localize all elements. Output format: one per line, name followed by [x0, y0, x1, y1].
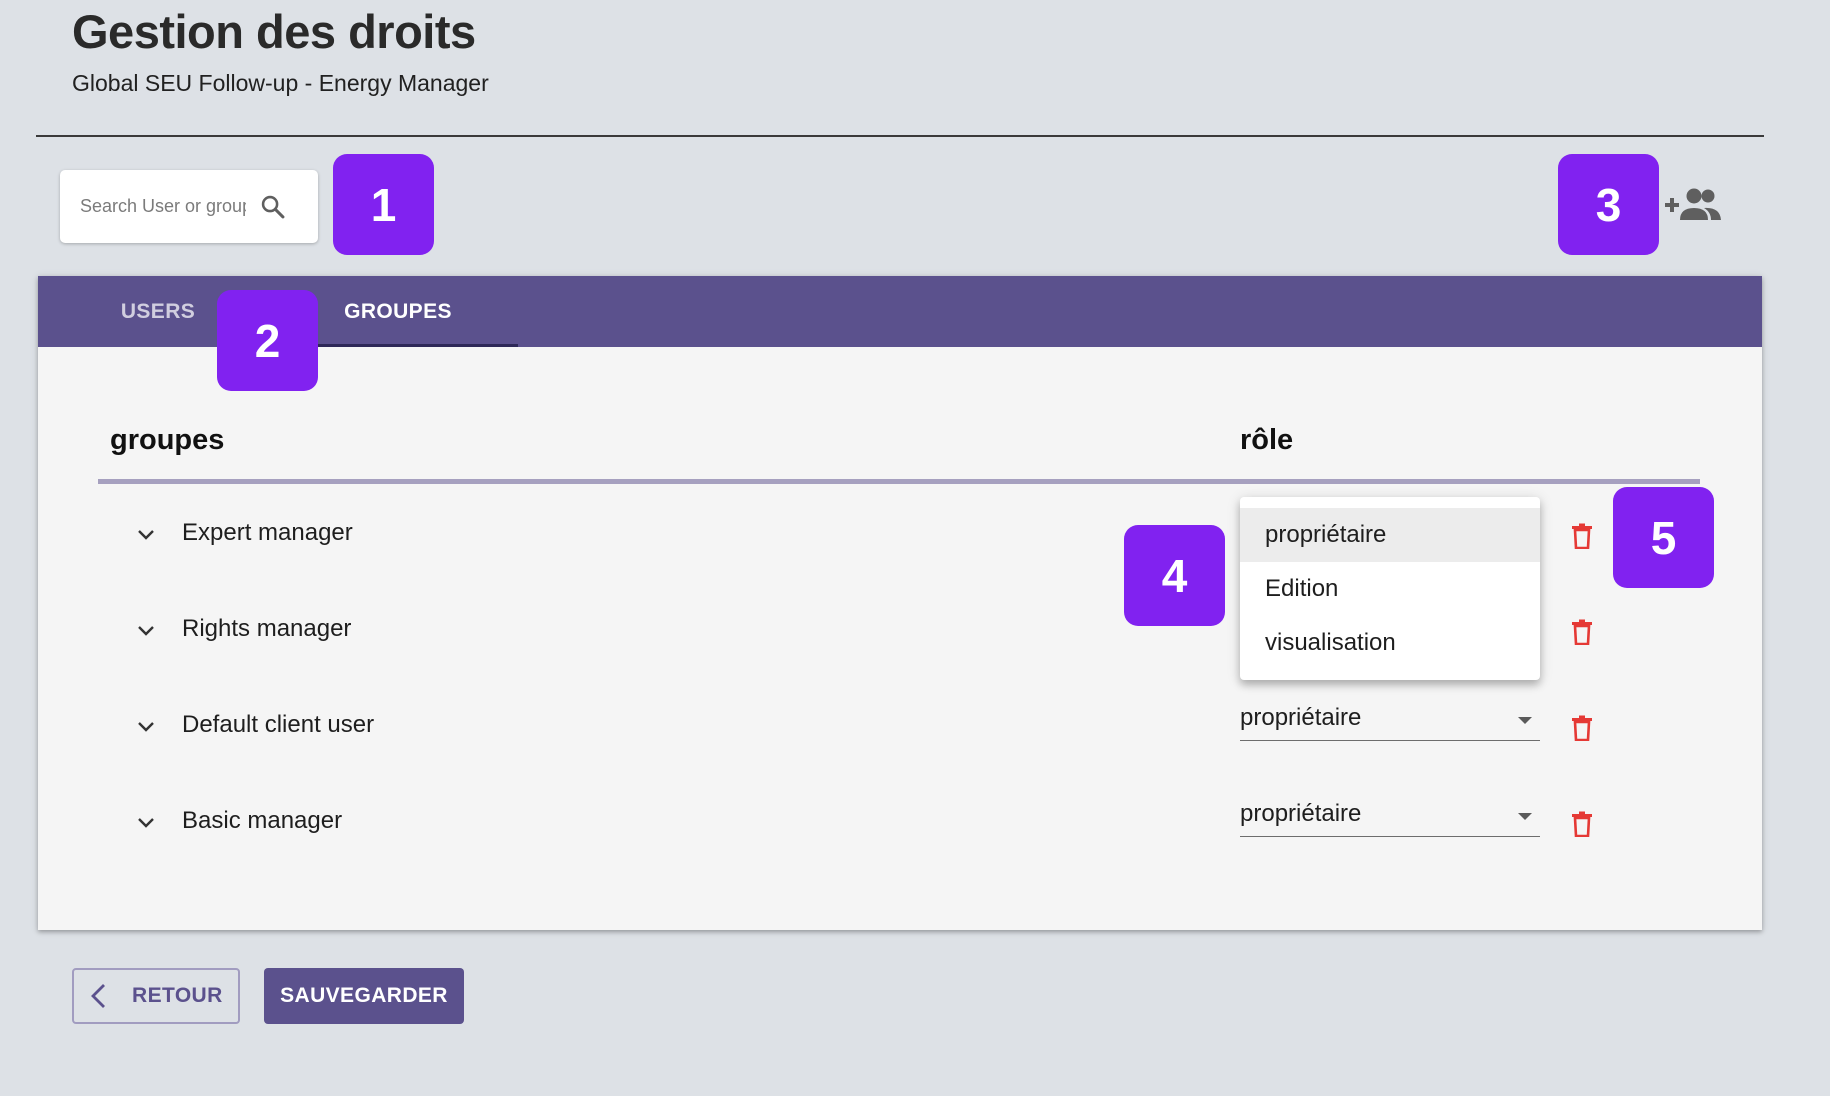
- role-select-value: propriétaire: [1240, 704, 1362, 731]
- page-subtitle: Global SEU Follow-up - Energy Manager: [72, 70, 489, 96]
- annotation-badge-4: 4: [1124, 525, 1225, 626]
- back-button-label: RETOUR: [132, 984, 223, 1007]
- trash-icon[interactable]: [1571, 811, 1593, 837]
- search-input[interactable]: [78, 195, 248, 218]
- chevron-down-icon[interactable]: [134, 810, 158, 834]
- search-icon[interactable]: [258, 192, 288, 222]
- back-button[interactable]: RETOUR: [72, 968, 240, 1024]
- search-box: [60, 170, 318, 243]
- role-option-edition[interactable]: Edition: [1240, 562, 1540, 616]
- trash-icon[interactable]: [1571, 523, 1593, 549]
- annotation-badge-5: 5: [1613, 487, 1714, 588]
- page-title: Gestion des droits: [72, 5, 476, 58]
- role-option-visualisation[interactable]: visualisation: [1240, 616, 1540, 670]
- dropdown-arrow-icon: [1518, 717, 1532, 724]
- group-name: Default client user: [182, 711, 375, 738]
- role-select[interactable]: propriétaire: [1240, 701, 1540, 741]
- column-header-role: rôle: [1240, 424, 1294, 456]
- chevron-down-icon[interactable]: [134, 522, 158, 546]
- save-button[interactable]: SAUVEGARDER: [264, 968, 464, 1024]
- chevron-left-icon: [91, 984, 105, 1008]
- group-name: Basic manager: [182, 807, 343, 834]
- annotation-badge-3: 3: [1558, 154, 1659, 255]
- header-divider: [36, 135, 1764, 137]
- role-dropdown-menu: propriétaire Edition visualisation: [1240, 497, 1540, 680]
- chevron-down-icon[interactable]: [134, 714, 158, 738]
- chevron-down-icon[interactable]: [134, 618, 158, 642]
- annotation-badge-2: 2: [217, 290, 318, 391]
- trash-icon[interactable]: [1571, 619, 1593, 645]
- column-header-groupes: groupes: [110, 424, 225, 456]
- group-name: Rights manager: [182, 615, 352, 642]
- trash-icon[interactable]: [1571, 715, 1593, 741]
- role-option-proprietaire[interactable]: propriétaire: [1240, 508, 1540, 562]
- dropdown-arrow-icon: [1518, 813, 1532, 820]
- header-underline: [98, 479, 1700, 484]
- group-name: Expert manager: [182, 519, 353, 546]
- role-select-value: propriétaire: [1240, 800, 1362, 827]
- role-select[interactable]: propriétaire: [1240, 797, 1540, 837]
- group-add-icon[interactable]: [1664, 186, 1724, 226]
- annotation-badge-1: 1: [333, 154, 434, 255]
